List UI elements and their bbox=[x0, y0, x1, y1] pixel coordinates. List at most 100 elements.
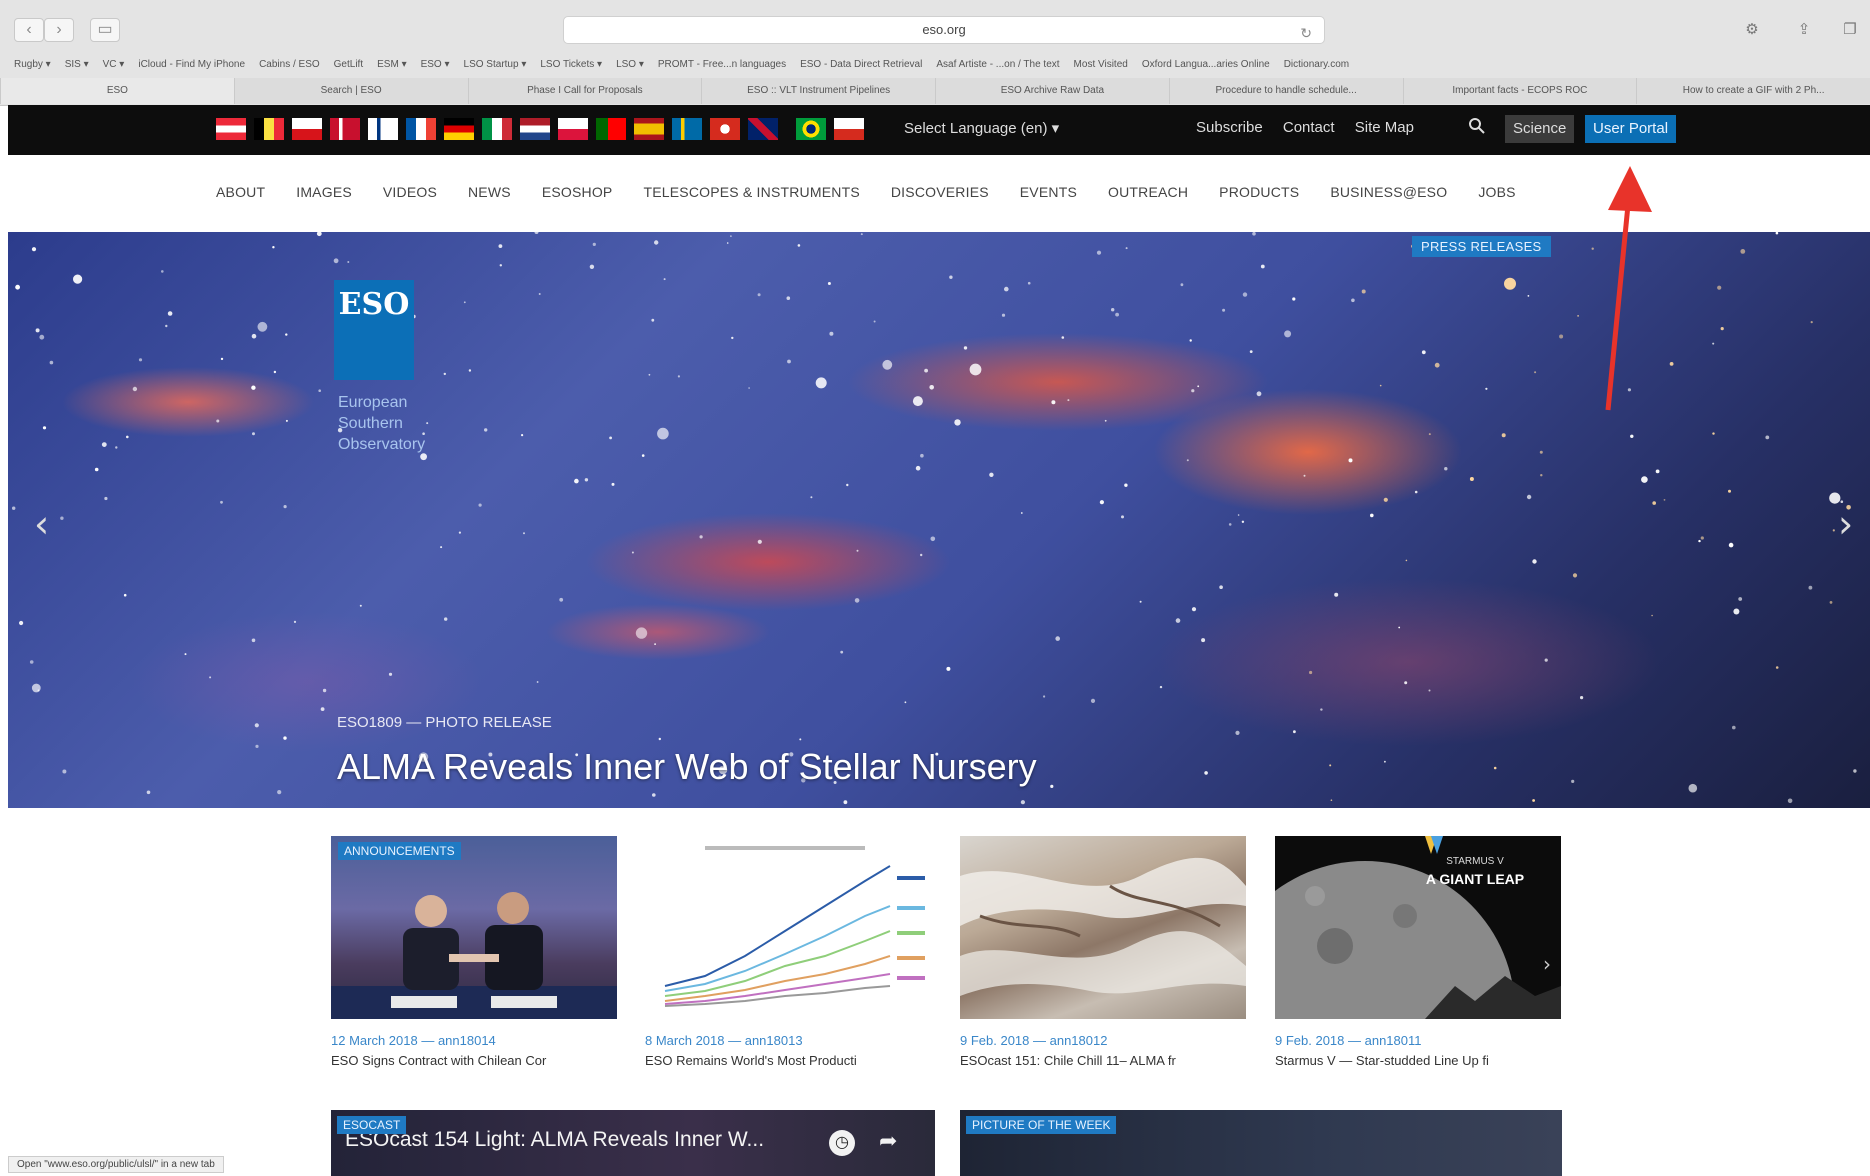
star bbox=[31, 683, 41, 693]
watch-later-icon[interactable]: ◷ bbox=[829, 1130, 855, 1156]
settings-icon[interactable]: ⚙ bbox=[1738, 18, 1766, 42]
forward-button[interactable]: › bbox=[44, 18, 74, 42]
flag-sweden-icon[interactable] bbox=[672, 118, 702, 140]
flag-switzerland-icon[interactable] bbox=[710, 118, 740, 140]
card-title[interactable]: ESO Signs Contract with Chilean Cor bbox=[331, 1053, 617, 1068]
card-meta[interactable]: 9 Feb. 2018 — ann18011 bbox=[1275, 1033, 1561, 1048]
flag-portugal-icon[interactable] bbox=[596, 118, 626, 140]
eso-logo[interactable]: ESO bbox=[334, 280, 414, 380]
card-title[interactable]: ESO Remains World's Most Producti bbox=[645, 1053, 931, 1068]
share-icon[interactable]: ⇪ bbox=[1790, 18, 1818, 42]
carousel-next-icon[interactable]: › bbox=[1838, 502, 1853, 546]
card-meta[interactable]: 8 March 2018 — ann18013 bbox=[645, 1033, 931, 1048]
subscribe-link[interactable]: Subscribe bbox=[1196, 119, 1263, 136]
video-title[interactable]: ESOcast 154 Light: ALMA Reveals Inner W.… bbox=[345, 1128, 764, 1152]
browser-tab[interactable]: Procedure to handle schedule... bbox=[1168, 78, 1403, 104]
news-card[interactable]: STARMUS V A GIANT LEAP › 9 Feb. 2018 — a… bbox=[1275, 836, 1561, 1068]
hero-title[interactable]: ALMA Reveals Inner Web of Stellar Nurser… bbox=[337, 746, 1037, 788]
nav-images[interactable]: IMAGES bbox=[296, 184, 352, 200]
nav-discoveries[interactable]: DISCOVERIES bbox=[891, 184, 989, 200]
card-title[interactable]: Starmus V — Star-studded Line Up fi bbox=[1275, 1053, 1561, 1068]
bookmark-item[interactable]: ESM ▾ bbox=[377, 54, 406, 76]
bookmark-item[interactable]: Rugby ▾ bbox=[14, 54, 51, 76]
star bbox=[161, 270, 164, 273]
star bbox=[1627, 388, 1631, 392]
star bbox=[1651, 614, 1653, 617]
bookmark-item[interactable]: LSO Tickets ▾ bbox=[540, 54, 602, 76]
flag-belgium-icon[interactable] bbox=[254, 118, 284, 140]
flag-brazil-icon[interactable] bbox=[796, 118, 826, 140]
browser-tab[interactable]: Phase I Call for Proposals bbox=[467, 78, 702, 104]
tabs-overview-icon[interactable]: ❐ bbox=[1836, 18, 1864, 42]
carousel-prev-icon[interactable]: ‹ bbox=[34, 502, 49, 546]
search-icon[interactable] bbox=[1468, 117, 1486, 140]
card-meta[interactable]: 12 March 2018 — ann18014 bbox=[331, 1033, 617, 1048]
nav-business[interactable]: BUSINESS@ESO bbox=[1330, 184, 1447, 200]
nav-products[interactable]: PRODUCTS bbox=[1219, 184, 1299, 200]
star bbox=[254, 723, 259, 728]
flag-austria-icon[interactable] bbox=[216, 118, 246, 140]
browser-tab[interactable]: ESO Archive Raw Data bbox=[935, 78, 1169, 104]
bookmark-item[interactable]: ESO - Data Direct Retrieval bbox=[800, 54, 922, 76]
browser-tab[interactable]: ESO bbox=[0, 78, 234, 104]
card-title[interactable]: ESOcast 151: Chile Chill 11– ALMA fr bbox=[960, 1053, 1246, 1068]
flag-denmark-icon[interactable] bbox=[330, 118, 360, 140]
bookmark-item[interactable]: Oxford Langua...aries Online bbox=[1142, 54, 1270, 76]
browser-tab[interactable]: ESO :: VLT Instrument Pipelines bbox=[701, 78, 935, 104]
star bbox=[592, 242, 596, 246]
flag-spain-icon[interactable] bbox=[634, 118, 664, 140]
press-releases-badge[interactable]: PRESS RELEASES bbox=[1412, 236, 1551, 257]
site-map-link[interactable]: Site Map bbox=[1355, 119, 1414, 136]
nav-outreach[interactable]: OUTREACH bbox=[1108, 184, 1188, 200]
flag-germany-icon[interactable] bbox=[444, 118, 474, 140]
nav-videos[interactable]: VIDEOS bbox=[383, 184, 437, 200]
news-card[interactable]: ANNOUNCEMENTS 12 March 2018 — ann18014 E… bbox=[331, 836, 617, 1068]
sidebar-toggle-icon[interactable]: ▭ bbox=[90, 18, 120, 42]
bookmark-item[interactable]: VC ▾ bbox=[103, 54, 125, 76]
back-button[interactable]: ‹ bbox=[14, 18, 44, 42]
nav-esoshop[interactable]: ESOSHOP bbox=[542, 184, 613, 200]
hero-carousel[interactable]: PRESS RELEASES ESO European Southern Obs… bbox=[8, 232, 1870, 808]
bookmark-item[interactable]: ESO ▾ bbox=[421, 54, 450, 76]
nav-telescopes[interactable]: TELESCOPES & INSTRUMENTS bbox=[643, 184, 859, 200]
news-card[interactable]: 8 March 2018 — ann18013 ESO Remains Worl… bbox=[645, 836, 931, 1068]
nav-about[interactable]: ABOUT bbox=[216, 184, 265, 200]
language-select[interactable]: Select Language (en) ▾ bbox=[904, 119, 1059, 137]
bookmark-item[interactable]: LSO ▾ bbox=[616, 54, 644, 76]
flag-chile-icon[interactable] bbox=[834, 118, 864, 140]
browser-tab[interactable]: Search | ESO bbox=[233, 78, 468, 104]
bookmark-item[interactable]: GetLift bbox=[334, 54, 363, 76]
bookmark-item[interactable]: Most Visited bbox=[1074, 54, 1128, 76]
flag-netherlands-icon[interactable] bbox=[520, 118, 550, 140]
flag-poland-icon[interactable] bbox=[558, 118, 588, 140]
nav-events[interactable]: EVENTS bbox=[1020, 184, 1077, 200]
browser-tab[interactable]: How to create a GIF with 2 Ph... bbox=[1636, 78, 1870, 104]
bookmark-item[interactable]: LSO Startup ▾ bbox=[464, 54, 527, 76]
bookmark-item[interactable]: SIS ▾ bbox=[65, 54, 89, 76]
news-card[interactable]: 9 Feb. 2018 — ann18012 ESOcast 151: Chil… bbox=[960, 836, 1246, 1068]
bookmark-item[interactable]: Dictionary.com bbox=[1284, 54, 1349, 76]
star bbox=[799, 738, 802, 741]
nav-jobs[interactable]: JOBS bbox=[1478, 184, 1515, 200]
science-button[interactable]: Science bbox=[1505, 115, 1575, 143]
contact-link[interactable]: Contact bbox=[1283, 119, 1335, 136]
card-meta[interactable]: 9 Feb. 2018 — ann18012 bbox=[960, 1033, 1246, 1048]
reload-icon[interactable]: ↻ bbox=[1300, 20, 1312, 46]
bookmark-item[interactable]: iCloud - Find My iPhone bbox=[138, 54, 245, 76]
flag-france-icon[interactable] bbox=[406, 118, 436, 140]
picture-of-week-panel[interactable]: PICTURE OF THE WEEK bbox=[960, 1110, 1562, 1176]
flag-uk-icon[interactable] bbox=[748, 118, 778, 140]
browser-tab[interactable]: Important facts - ECOPS ROC bbox=[1402, 78, 1637, 104]
bookmark-item[interactable]: PROMT - Free...n languages bbox=[658, 54, 786, 76]
star bbox=[843, 800, 848, 805]
nav-news[interactable]: NEWS bbox=[468, 184, 511, 200]
bookmark-item[interactable]: Asaf Artiste - ...on / The text bbox=[936, 54, 1059, 76]
address-bar[interactable]: eso.org ↻ bbox=[563, 16, 1325, 44]
user-portal-button[interactable]: User Portal bbox=[1585, 115, 1677, 143]
flag-italy-icon[interactable] bbox=[482, 118, 512, 140]
flag-czech-icon[interactable] bbox=[292, 118, 322, 140]
bookmark-item[interactable]: Cabins / ESO bbox=[259, 54, 320, 76]
flag-finland-icon[interactable] bbox=[368, 118, 398, 140]
esocast-video-panel[interactable]: ESOcast 154 Light: ALMA Reveals Inner W.… bbox=[331, 1110, 935, 1176]
share-arrow-icon[interactable]: ➦ bbox=[879, 1128, 897, 1154]
